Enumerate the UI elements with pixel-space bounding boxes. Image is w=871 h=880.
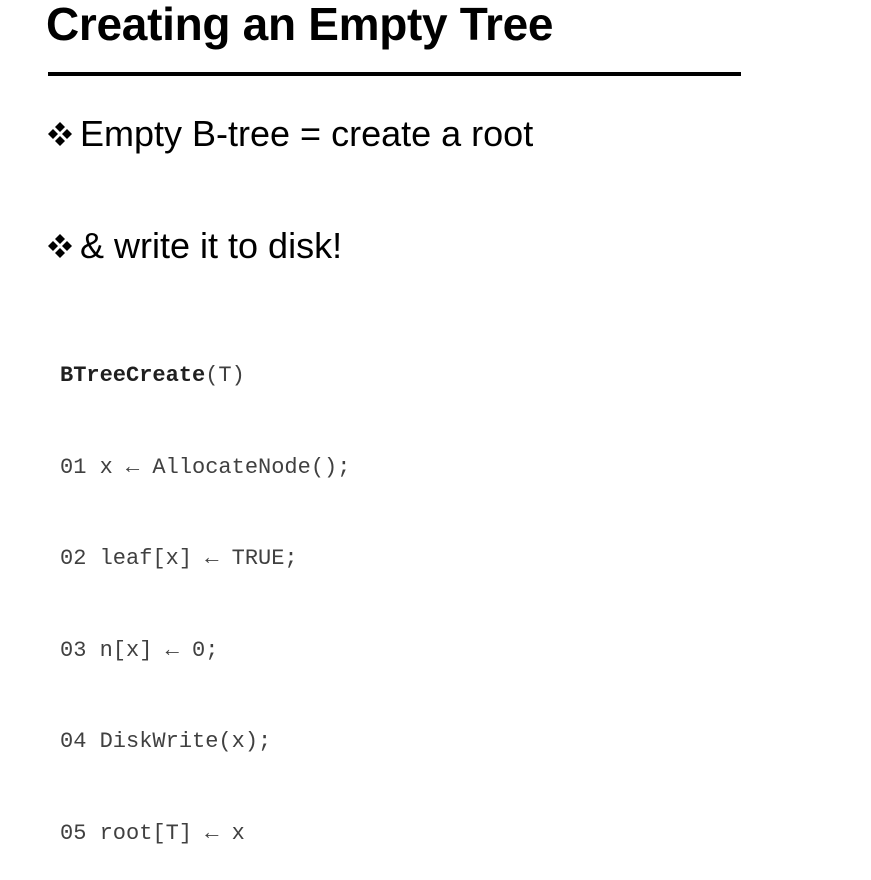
- code-line: 05 root[T] ← x: [60, 820, 245, 846]
- code-line: 04 DiskWrite(x);: [60, 729, 272, 754]
- slide-title: Creating an Empty Tree: [46, 0, 554, 50]
- title-divider: [48, 72, 741, 76]
- pseudocode-block: BTreeCreate(T) 01 x ← AllocateNode(); 02…: [60, 300, 350, 880]
- code-header: BTreeCreate(T): [60, 361, 350, 392]
- code-function-name: BTreeCreate: [60, 363, 206, 388]
- four-diamond-bullet-icon: [48, 122, 72, 146]
- code-line: 02 leaf[x] ← TRUE;: [60, 546, 298, 571]
- bullet-item: & write it to disk!: [46, 225, 342, 267]
- code-line: 01 x ← AllocateNode();: [60, 454, 351, 480]
- bullet-item: Empty B-tree = create a root: [46, 113, 533, 155]
- code-function-args: (T): [205, 363, 245, 388]
- bullet-text: & write it to disk!: [80, 225, 343, 266]
- code-line: 03 n[x] ← 0;: [60, 637, 219, 663]
- four-diamond-bullet-icon: [48, 234, 72, 258]
- bullet-text: Empty B-tree = create a root: [80, 113, 534, 154]
